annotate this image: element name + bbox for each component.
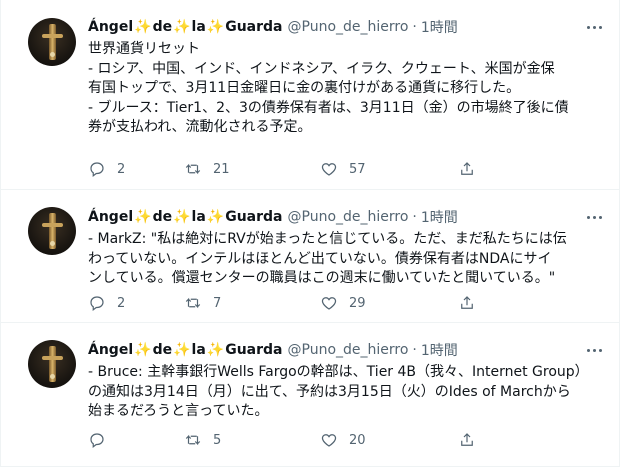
heart-icon xyxy=(321,297,337,310)
name-part: Guarda xyxy=(225,19,283,35)
tweet[interactable]: Ángel✨de✨la✨Guarda @Puno_de_hierro · 1時間… xyxy=(1,323,619,467)
author-handle[interactable]: @Puno_de_hierro xyxy=(288,19,409,35)
name-part: Guarda xyxy=(225,342,283,358)
more-icon[interactable] xyxy=(583,16,605,38)
reply-count: 2 xyxy=(117,295,126,311)
name-part: Ángel xyxy=(88,19,134,35)
share-button[interactable] xyxy=(458,292,476,314)
sparkle-icon: ✨ xyxy=(134,209,152,225)
like-button[interactable]: 29 xyxy=(320,292,458,314)
action-bar: 2 21 57 xyxy=(88,158,476,180)
tweet-text: - Bruce: 主幹事銀行Wells Fargoの幹部は、Tier 4B（我々… xyxy=(88,364,589,419)
sparkle-icon: ✨ xyxy=(173,209,191,225)
tweet-text: - MarkZ: "私は絶対にRVが始まったと信じている。ただ、まだ私たちには伝… xyxy=(88,231,567,286)
timestamp[interactable]: 1時間 xyxy=(421,340,458,360)
more-icon[interactable] xyxy=(583,206,605,228)
avatar[interactable] xyxy=(28,18,76,66)
timestamp[interactable]: 1時間 xyxy=(421,17,458,37)
sparkle-icon: ✨ xyxy=(173,19,191,35)
sparkle-icon: ✨ xyxy=(173,342,191,358)
emblem-gem xyxy=(50,52,55,57)
timeline-feed: Ángel✨de✨la✨Guarda @Puno_de_hierro · 1時間… xyxy=(0,0,620,467)
separator-dot: · xyxy=(412,342,417,358)
author-name[interactable]: Ángel✨de✨la✨Guarda xyxy=(88,342,283,358)
tweet-header: Ángel✨de✨la✨Guarda @Puno_de_hierro · 1時間 xyxy=(88,339,603,361)
share-button[interactable] xyxy=(458,158,476,180)
emblem-gem xyxy=(50,374,55,379)
reply-button[interactable]: 2 xyxy=(88,292,184,314)
author-handle[interactable]: @Puno_de_hierro xyxy=(288,342,409,358)
share-icon xyxy=(461,433,473,446)
retweet-icon xyxy=(185,434,201,446)
sparkle-icon: ✨ xyxy=(206,209,225,225)
name-part: de xyxy=(152,342,173,358)
sparkle-icon: ✨ xyxy=(134,342,152,358)
sparkle-icon: ✨ xyxy=(134,19,152,35)
action-bar: 2 7 29 xyxy=(88,292,476,314)
tweet-text: 世界通貨リセット - ロシア、中国、インド、インドネシア、イラク、クウェート、米… xyxy=(88,41,569,135)
retweet-count: 21 xyxy=(213,161,230,177)
like-button[interactable]: 57 xyxy=(320,158,458,180)
timestamp[interactable]: 1時間 xyxy=(421,207,458,227)
separator-dot: · xyxy=(412,209,417,225)
name-part: la xyxy=(191,342,206,358)
author-name[interactable]: Ángel✨de✨la✨Guarda xyxy=(88,19,283,35)
heart-icon xyxy=(321,434,337,447)
retweet-icon xyxy=(185,163,201,175)
like-button[interactable]: 20 xyxy=(320,429,458,451)
reply-button[interactable]: 2 xyxy=(88,158,184,180)
retweet-icon xyxy=(185,297,201,309)
reply-icon xyxy=(90,433,104,448)
action-bar: 5 20 xyxy=(88,429,476,451)
name-part: la xyxy=(191,19,206,35)
name-part: Guarda xyxy=(225,209,283,225)
tweet-header: Ángel✨de✨la✨Guarda @Puno_de_hierro · 1時間 xyxy=(88,16,603,38)
like-count: 20 xyxy=(349,432,366,448)
share-icon xyxy=(461,296,473,309)
retweet-button[interactable]: 7 xyxy=(184,292,320,314)
sword-guard xyxy=(42,356,63,360)
reply-count: 2 xyxy=(117,161,126,177)
author-name[interactable]: Ángel✨de✨la✨Guarda xyxy=(88,209,283,225)
share-button[interactable] xyxy=(458,429,476,451)
reply-icon xyxy=(90,162,104,177)
heart-icon xyxy=(321,163,337,176)
share-icon xyxy=(461,162,473,175)
name-part: de xyxy=(152,209,173,225)
avatar[interactable] xyxy=(28,207,76,255)
name-part: Ángel xyxy=(88,342,134,358)
reply-button[interactable] xyxy=(88,429,184,451)
avatar[interactable] xyxy=(28,340,76,388)
sword-guard xyxy=(42,34,63,38)
sword-guard xyxy=(42,223,63,227)
sparkle-icon: ✨ xyxy=(206,19,225,35)
name-part: la xyxy=(191,209,206,225)
retweet-button[interactable]: 5 xyxy=(184,429,320,451)
retweet-count: 5 xyxy=(213,432,222,448)
name-part: de xyxy=(152,19,173,35)
reply-icon xyxy=(90,296,104,311)
tweet-header: Ángel✨de✨la✨Guarda @Puno_de_hierro · 1時間 xyxy=(88,206,603,228)
tweet[interactable]: Ángel✨de✨la✨Guarda @Puno_de_hierro · 1時間… xyxy=(1,0,619,190)
tweet[interactable]: Ángel✨de✨la✨Guarda @Puno_de_hierro · 1時間… xyxy=(1,190,619,323)
like-count: 57 xyxy=(349,161,366,177)
like-count: 29 xyxy=(349,295,366,311)
author-handle[interactable]: @Puno_de_hierro xyxy=(288,209,409,225)
retweet-button[interactable]: 21 xyxy=(184,158,320,180)
more-icon[interactable] xyxy=(583,339,605,361)
separator-dot: · xyxy=(412,19,417,35)
sparkle-icon: ✨ xyxy=(206,342,225,358)
name-part: Ángel xyxy=(88,209,134,225)
retweet-count: 7 xyxy=(213,295,222,311)
emblem-gem xyxy=(50,241,55,246)
